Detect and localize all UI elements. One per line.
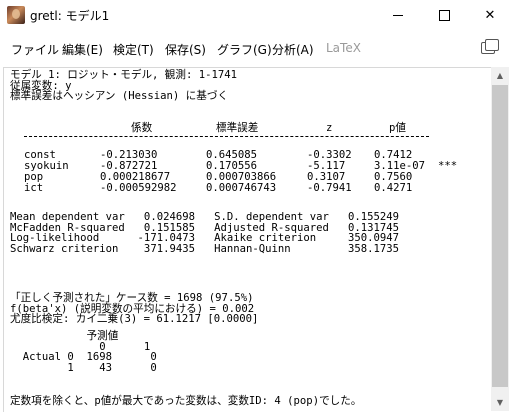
row-se: 0.000746743	[206, 182, 277, 194]
row-coef: -0.000592982	[100, 182, 177, 194]
title-bar: gretl: モデル1 ✕	[0, 0, 513, 31]
col-p-header: p値	[389, 122, 406, 134]
row-name: ict	[24, 182, 44, 194]
menu-tests[interactable]: 検定(T)	[113, 41, 154, 58]
minimize-icon	[393, 15, 403, 16]
header-line-stderr: 標準誤差はヘッシアン (Hessian) に基づく	[10, 90, 229, 103]
output-header: モデル 1: ロジット・モデル, 観測: 1-1741 従属変数: y 標準誤差…	[10, 70, 237, 102]
model-stats: Mean dependent var 0.024698 S.D. depende…	[10, 212, 399, 255]
table-separator	[24, 136, 429, 137]
menu-edit[interactable]: 編集(E)	[62, 41, 103, 58]
row-stars: ***	[438, 160, 458, 172]
scroll-down-arrow-icon[interactable]: ▼	[491, 394, 509, 411]
gretl-app-icon	[7, 6, 25, 24]
window-title: gretl: モデル1	[30, 9, 110, 23]
row-p: 0.4271	[374, 182, 413, 194]
close-button[interactable]: ✕	[467, 0, 513, 31]
col-z-header: z	[326, 122, 333, 134]
prediction-line: 尤度比検定: カイ二乗(3) = 61.1217 [0.0000]	[10, 313, 259, 326]
model-output-text[interactable]: モデル 1: ロジット・モデル, 観測: 1-1741 従属変数: y 標準誤差…	[3, 67, 492, 412]
copy-icon[interactable]	[481, 39, 499, 55]
scroll-thumb[interactable]	[492, 85, 508, 387]
row-z: -0.7941	[307, 182, 352, 194]
stats-line: Schwarz criterion 371.9435 Hannan-Quinn …	[10, 243, 400, 256]
col-coef-header: 係数	[131, 122, 153, 134]
scroll-up-arrow-icon[interactable]: ▲	[491, 67, 509, 84]
maximize-button[interactable]	[421, 0, 467, 31]
menu-analysis[interactable]: 分析(A)	[272, 41, 314, 58]
minimize-button[interactable]	[375, 0, 421, 31]
menu-file[interactable]: ファイル	[11, 41, 59, 58]
menu-graphs[interactable]: グラフ(G)	[217, 41, 272, 58]
maximize-icon	[438, 10, 450, 21]
prediction-summary: 「正しく予測された」ケース数 = 1698 (97.5%) f(beta'x) …	[10, 293, 258, 325]
menu-bar: ファイル 編集(E) 検定(T) 保存(S) グラフ(G) 分析(A) LaTe…	[0, 33, 513, 63]
table-header-row: 係数 標準誤差 z p値	[4, 123, 484, 135]
col-se-header: 標準誤差	[216, 122, 259, 134]
close-icon: ✕	[484, 8, 496, 23]
confusion-line: 1 43 0	[10, 362, 157, 375]
footer-note: 定数項を除くと、p値が最大であった変数は、変数ID: 4 (pop)でした。	[10, 395, 362, 407]
confusion-matrix: 予測値 0 1 Actual 0 1698 0 1 43 0	[10, 331, 157, 374]
menu-latex[interactable]: LaTeX	[326, 41, 361, 55]
vertical-scrollbar[interactable]: ▲ ▼	[491, 67, 509, 411]
menu-save[interactable]: 保存(S)	[165, 41, 206, 58]
table-row: ict -0.000592982 0.000746743 -0.7941 0.4…	[4, 183, 412, 194]
